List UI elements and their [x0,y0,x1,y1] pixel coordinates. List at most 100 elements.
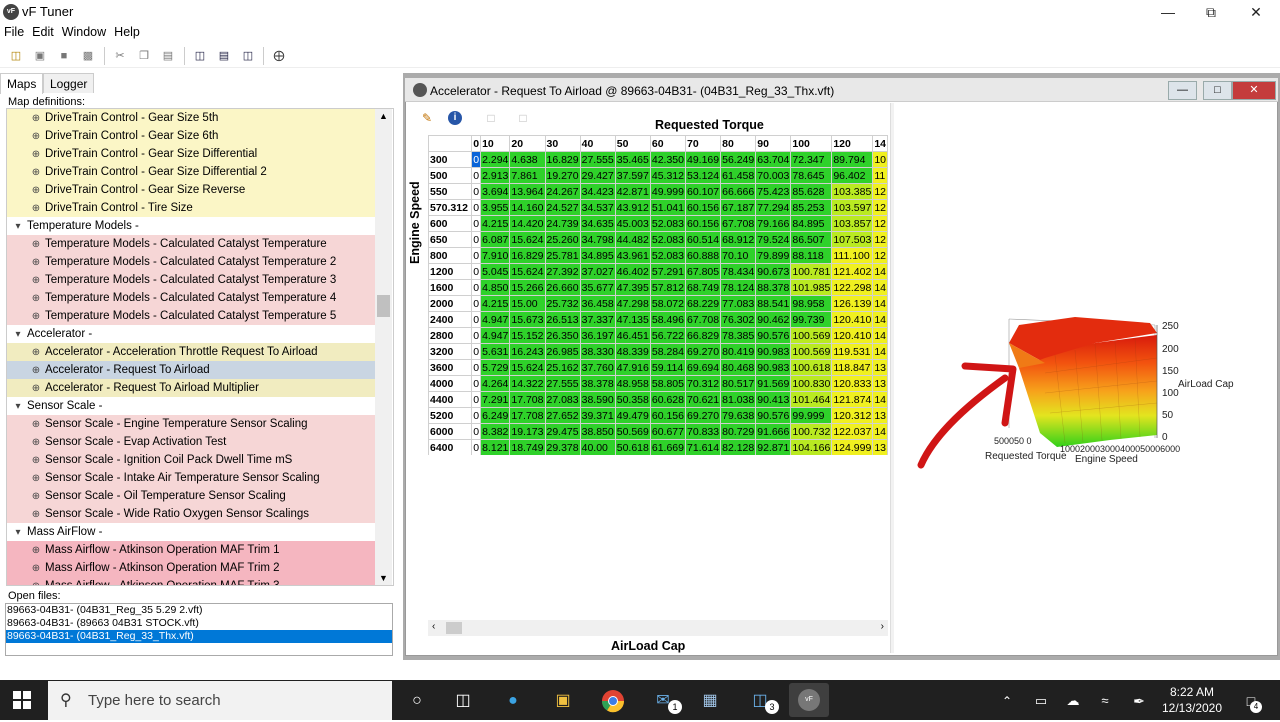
table-cell[interactable]: 60.628 [649,391,687,408]
table-cell[interactable]: 11 [872,167,888,184]
table-cell[interactable]: 120.410 [831,311,874,328]
table-cell[interactable]: 126.139 [831,295,874,312]
table-cell[interactable]: 120.410 [831,327,874,344]
table-cell[interactable]: 58.284 [649,343,687,360]
table-cell[interactable]: 34.895 [579,247,616,264]
table-cell[interactable]: 35.465 [614,151,651,168]
table-cell[interactable]: 29.475 [544,423,581,440]
table-cell[interactable]: 19.173 [509,423,546,440]
minimize-button[interactable]: — [1145,0,1191,24]
table-cell[interactable]: 58.072 [649,295,687,312]
table-cell[interactable]: 85.628 [790,183,833,200]
table-cell[interactable]: 37.337 [579,311,616,328]
table-cell[interactable]: 40.00 [579,439,616,455]
table-cell[interactable]: 99.999 [790,407,833,424]
table-cell[interactable]: 121.402 [831,263,874,280]
table-cell[interactable]: 79.524 [755,231,792,248]
table-cell[interactable]: 8.382 [480,423,511,440]
table-cell[interactable]: 85.253 [790,199,833,216]
edit-pencil-icon[interactable]: ✎ [416,107,438,129]
table-cell[interactable]: 4.264 [480,375,511,392]
map-list-item[interactable]: ⊕ DriveTrain Control - Tire Size [7,199,377,217]
table-cell[interactable]: 6.249 [480,407,511,424]
table-cell[interactable]: 13 [872,359,888,376]
table-cell[interactable]: 58.805 [649,375,687,392]
map-list-item[interactable]: ⊕ Sensor Scale - Intake Air Temperature S… [7,469,377,487]
map-table-grid[interactable]: 0 10 20 30 40 50 60 70 80 90 100 120 14 300 0 2.294 4.63… [428,135,888,455]
table-cell[interactable]: 34.798 [579,231,616,248]
scroll-down-icon[interactable]: ▼ [379,573,388,583]
table-cell[interactable]: 15.624 [509,359,546,376]
table-cell[interactable]: 15.673 [509,311,546,328]
table-cell[interactable]: 90.413 [755,391,792,408]
table-cell[interactable]: 84.895 [790,215,833,232]
save-icon[interactable]: ▣ [32,48,48,64]
table-cell[interactable]: 37.027 [579,263,616,280]
table-cell[interactable]: 7.861 [509,167,546,184]
table-cell[interactable]: 38.378 [579,375,616,392]
child-minimize-button[interactable]: — [1168,81,1197,100]
table-cell[interactable]: 25.781 [544,247,581,264]
table-cell[interactable]: 0 [471,295,482,312]
table-cell[interactable]: 34.635 [579,215,616,232]
table-cell[interactable]: 91.569 [755,375,792,392]
windows-start-icon[interactable] [12,690,32,710]
surface-plot-3d[interactable]: 250 200 150 100 50 0 AirLoad Cap 500050 … [895,103,1275,651]
child-restore-button[interactable]: □ [1203,81,1232,100]
open-file-item[interactable]: 89663-04B31- (04B31_Reg_33_Thx.vft) [6,630,392,643]
maximize-button[interactable]: ⧉ [1188,0,1234,24]
table-cell[interactable]: 86.507 [790,231,833,248]
table-cell[interactable]: 18.749 [509,439,546,455]
table-cell[interactable]: 56.249 [720,151,757,168]
map-list-item[interactable]: ⊕ Sensor Scale - Ignition Coil Pack Dwell… [7,451,377,469]
table-cell[interactable]: 76.302 [720,311,757,328]
open-folder-icon[interactable]: ◫ [8,48,24,64]
map-list-item[interactable]: ⊕ DriveTrain Control - Gear Size Differen… [7,145,377,163]
table-cell[interactable]: 70.833 [684,423,722,440]
cascade-icon[interactable]: ◫ [192,48,208,64]
table-cell[interactable]: 58.496 [649,311,687,328]
table-cell[interactable]: 70.312 [684,375,722,392]
chrome-icon[interactable] [600,688,626,714]
table-cell[interactable]: 0 [471,231,482,248]
info-icon[interactable]: i [448,111,462,125]
map-list-item[interactable]: ⊕ Sensor Scale - Evap Activation Test [7,433,377,451]
map-list-item[interactable]: ⊕ Temperature Models - Calculated Catalys… [7,253,377,271]
table-cell[interactable]: 52.083 [649,231,687,248]
table-cell[interactable]: 70.003 [755,167,792,184]
map-list-item[interactable]: ⊕ DriveTrain Control - Gear Size Reverse [7,181,377,199]
table-cell[interactable]: 47.298 [614,295,651,312]
table-cell[interactable]: 78.645 [790,167,833,184]
table-cell[interactable]: 100.830 [790,375,833,392]
table-cell[interactable]: 15.624 [509,263,546,280]
table-cell[interactable]: 90.462 [755,311,792,328]
show-hidden-icons-chevron-icon[interactable]: ⌃ [994,688,1020,714]
table-cell[interactable]: 56.722 [649,327,687,344]
map-list-item[interactable]: ⊕ Accelerator - Request To Airload Multip… [7,379,377,397]
table-cell[interactable]: 81.038 [720,391,757,408]
child-close-button[interactable]: ✕ [1232,81,1276,100]
vftuner-taskbar-icon[interactable]: vF [789,683,829,717]
table-cell[interactable]: 98.958 [790,295,833,312]
map-list-item[interactable]: ⊕ DriveTrain Control - Gear Size Differen… [7,163,377,181]
table-cell[interactable]: 89.794 [831,151,874,168]
table-cell[interactable]: 3.694 [480,183,511,200]
table-cell[interactable]: 0 [471,199,482,216]
map-table[interactable]: 0 10 20 30 40 50 60 70 80 90 100 120 14 300 0 2.294 4.63… [428,135,888,455]
table-cell[interactable]: 79.166 [755,215,792,232]
table-cell[interactable]: 14 [872,391,888,408]
table-cell[interactable]: 60.677 [649,423,687,440]
table-cell[interactable]: 82.128 [720,439,757,455]
table-cell[interactable]: 46.451 [614,327,651,344]
table-cell[interactable]: 60.156 [649,407,687,424]
table-cell[interactable]: 67.708 [720,215,757,232]
table-cell[interactable]: 68.749 [684,279,722,296]
table-cell[interactable]: 19.270 [544,167,581,184]
table-cell[interactable]: 53.124 [684,167,722,184]
table-cell[interactable]: 14 [872,295,888,312]
table-cell[interactable]: 0 [471,151,482,168]
table-cell[interactable]: 29.378 [544,439,581,455]
table-cell[interactable]: 96.402 [831,167,874,184]
table-cell[interactable]: 80.729 [720,423,757,440]
table-cell[interactable]: 103.597 [831,199,874,216]
